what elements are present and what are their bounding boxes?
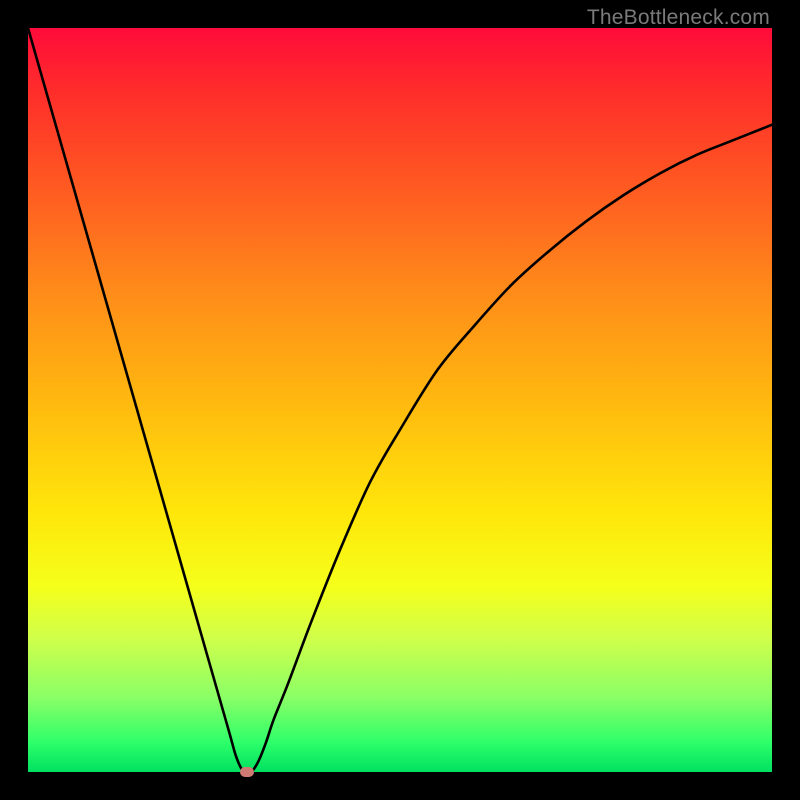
plot-area (28, 28, 772, 772)
minimum-marker (240, 767, 254, 777)
bottleneck-curve (28, 28, 772, 772)
watermark-label: TheBottleneck.com (587, 6, 770, 30)
